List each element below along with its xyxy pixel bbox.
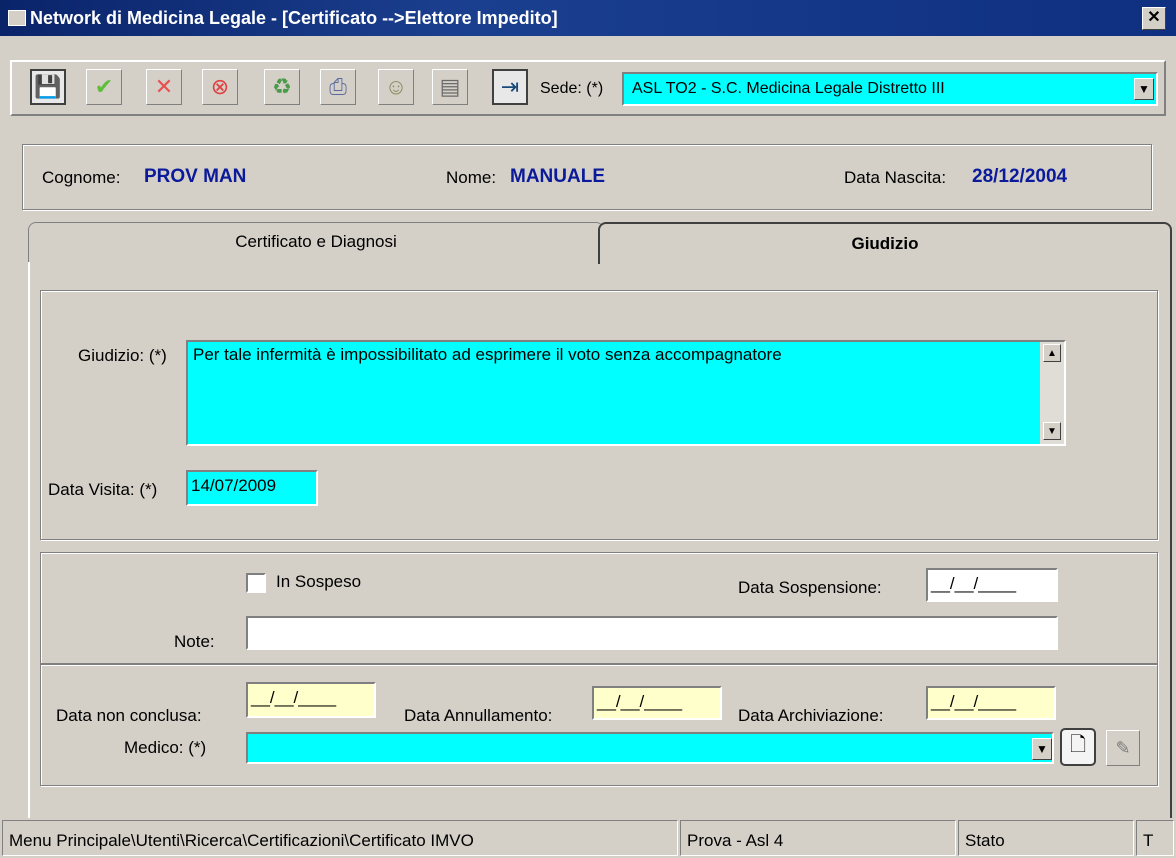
data-archiviazione-field[interactable]: __/__/____ (926, 686, 1056, 720)
status-t: T (1136, 820, 1174, 856)
dates-group (40, 664, 1158, 786)
delete-button[interactable]: ⊗ (202, 69, 238, 105)
status-stato: Stato (958, 820, 1134, 856)
data-sospensione-field[interactable]: __/__/____ (926, 568, 1058, 602)
edit-medico-button[interactable]: ✎ (1106, 730, 1140, 766)
data-archiviazione-value: __/__/____ (931, 692, 1017, 711)
cancel-button[interactable]: ✕ (146, 69, 182, 105)
new-medico-button[interactable]: 🗋 (1060, 728, 1096, 766)
save-button[interactable]: 💾 (30, 69, 66, 105)
status-env: Prova - Asl 4 (680, 820, 956, 856)
sede-label: Sede: (*) (540, 80, 604, 97)
data-visita-value: 14/07/2009 (191, 476, 277, 495)
person-icon: ☺ (384, 74, 408, 99)
status-path-text: Menu Principale\Utenti\Ricerca\Certifica… (9, 831, 474, 850)
checkmark-icon: ✔ (94, 74, 114, 99)
chevron-down-icon: ▼ (1047, 425, 1057, 437)
chevron-up-icon: ▲ (1047, 347, 1057, 359)
chevron-down-icon: ▼ (1036, 742, 1048, 756)
app-icon (8, 10, 26, 26)
sede-select[interactable]: ASL TO2 - S.C. Medicina Legale Distretto… (622, 72, 1158, 106)
close-icon: ✕ (1147, 9, 1161, 26)
nome-value: MANUALE (510, 166, 605, 187)
x-icon: ✕ (154, 74, 174, 99)
tab-certificato-diagnosi[interactable]: Certificato e Diagnosi (28, 222, 604, 262)
document-button[interactable]: ▤ (432, 69, 468, 105)
status-t-text: T (1143, 831, 1154, 850)
nascita-label: Data Nascita: (844, 168, 947, 187)
window-title: Network di Medicina Legale - [Certificat… (30, 8, 558, 28)
confirm-button[interactable]: ✔ (86, 69, 122, 105)
edit-icon: ✎ (1115, 737, 1131, 758)
nome-label: Nome: (446, 168, 497, 187)
sede-value: ASL TO2 - S.C. Medicina Legale Distretto… (632, 80, 945, 97)
data-non-conclusa-value: __/__/____ (251, 688, 337, 707)
data-annullamento-value: __/__/____ (597, 692, 683, 711)
status-env-text: Prova - Asl 4 (687, 831, 784, 850)
stop-icon: ⊗ (210, 74, 230, 99)
in-sospeso-label: In Sospeso (276, 572, 362, 591)
data-non-conclusa-label: Data non conclusa: (56, 706, 202, 725)
tab-giudizio[interactable]: Giudizio (598, 222, 1172, 264)
cognome-value: PROV MAN (144, 166, 247, 187)
exit-button[interactable]: ⇥ (492, 69, 528, 105)
floppy-disk-icon: 💾 (34, 74, 62, 99)
print-button[interactable]: ⎙ (320, 69, 356, 105)
refresh-button[interactable]: ♻ (264, 69, 300, 105)
document-icon: ▤ (439, 74, 461, 99)
new-document-icon: 🗋 (1069, 734, 1087, 756)
scroll-down-button[interactable]: ▼ (1043, 422, 1061, 440)
data-annullamento-label: Data Annullamento: (404, 706, 553, 725)
medico-label: Medico: (*) (124, 738, 207, 757)
data-sospensione-value: __/__/____ (931, 574, 1017, 593)
printer-icon: ⎙ (329, 74, 347, 99)
chevron-down-icon: ▼ (1138, 82, 1150, 96)
status-path: Menu Principale\Utenti\Ricerca\Certifica… (2, 820, 678, 856)
data-non-conclusa-field[interactable]: __/__/____ (246, 682, 376, 718)
medico-select[interactable] (246, 732, 1054, 764)
data-visita-field[interactable]: 14/07/2009 (186, 470, 318, 506)
data-annullamento-field[interactable]: __/__/____ (592, 686, 722, 720)
scroll-up-button[interactable]: ▲ (1043, 344, 1061, 362)
giudizio-scrollbar[interactable]: ▲ ▼ (1040, 342, 1064, 444)
refresh-icon: ♻ (272, 74, 292, 99)
tab-label: Giudizio (851, 234, 919, 253)
nascita-value: 28/12/2004 (972, 166, 1068, 187)
title-bar: Network di Medicina Legale - [Certificat… (0, 0, 1176, 36)
cognome-label: Cognome: (42, 168, 121, 187)
doctor-button[interactable]: ☺ (378, 69, 414, 105)
data-visita-label: Data Visita: (*) (48, 480, 158, 499)
sede-dropdown-button[interactable]: ▼ (1134, 78, 1154, 100)
note-label: Note: (174, 632, 215, 651)
exit-door-icon: ⇥ (500, 74, 520, 99)
status-stato-text: Stato (965, 831, 1005, 850)
tab-label: Certificato e Diagnosi (235, 232, 397, 251)
medico-dropdown-button[interactable]: ▼ (1032, 738, 1052, 760)
giudizio-textarea[interactable]: Per tale infermità è impossibilitato ad … (186, 340, 1066, 446)
note-field[interactable] (246, 616, 1058, 650)
close-button[interactable]: ✕ (1142, 7, 1166, 30)
data-archiviazione-label: Data Archiviazione: (738, 706, 884, 725)
data-sospensione-label: Data Sospensione: (738, 578, 882, 597)
giudizio-label: Giudizio: (*) (78, 346, 167, 365)
giudizio-value: Per tale infermità è impossibilitato ad … (193, 345, 782, 364)
in-sospeso-checkbox[interactable] (246, 573, 266, 593)
